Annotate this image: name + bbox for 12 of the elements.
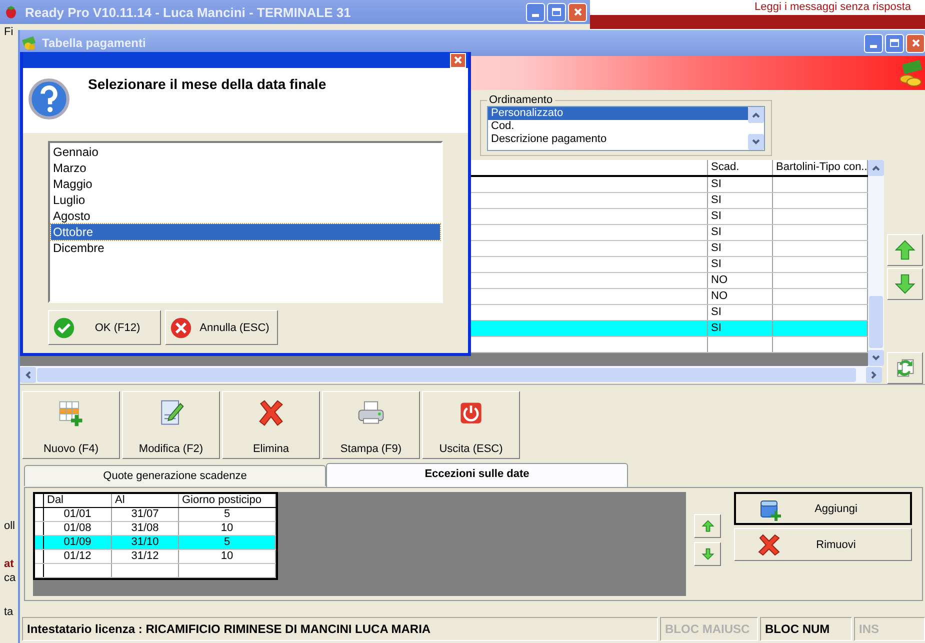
status-indicator: INS	[854, 617, 925, 641]
label-fragment: oll	[4, 520, 16, 532]
window-title: Tabella pagamenti	[42, 36, 146, 50]
label-fragment: ca	[4, 572, 16, 584]
window-title: Ready Pro V10.11.14 - Luca Mancini - TERMINALE 31	[25, 4, 351, 20]
label-fragment: ta	[4, 606, 14, 618]
label-fragment: at	[4, 558, 14, 570]
status-indicator: BLOC NUM	[760, 617, 852, 641]
status-indicator: BLOC MAIUSC	[660, 617, 758, 641]
group-label: Ordinamento	[488, 94, 554, 106]
license-holder: Intestatario licenza : RICAMIFICIO RIMINESE DI MANCINI LUCA MARIA	[22, 617, 658, 641]
dialog-question: Selezionare il mese della data finale	[88, 76, 326, 92]
